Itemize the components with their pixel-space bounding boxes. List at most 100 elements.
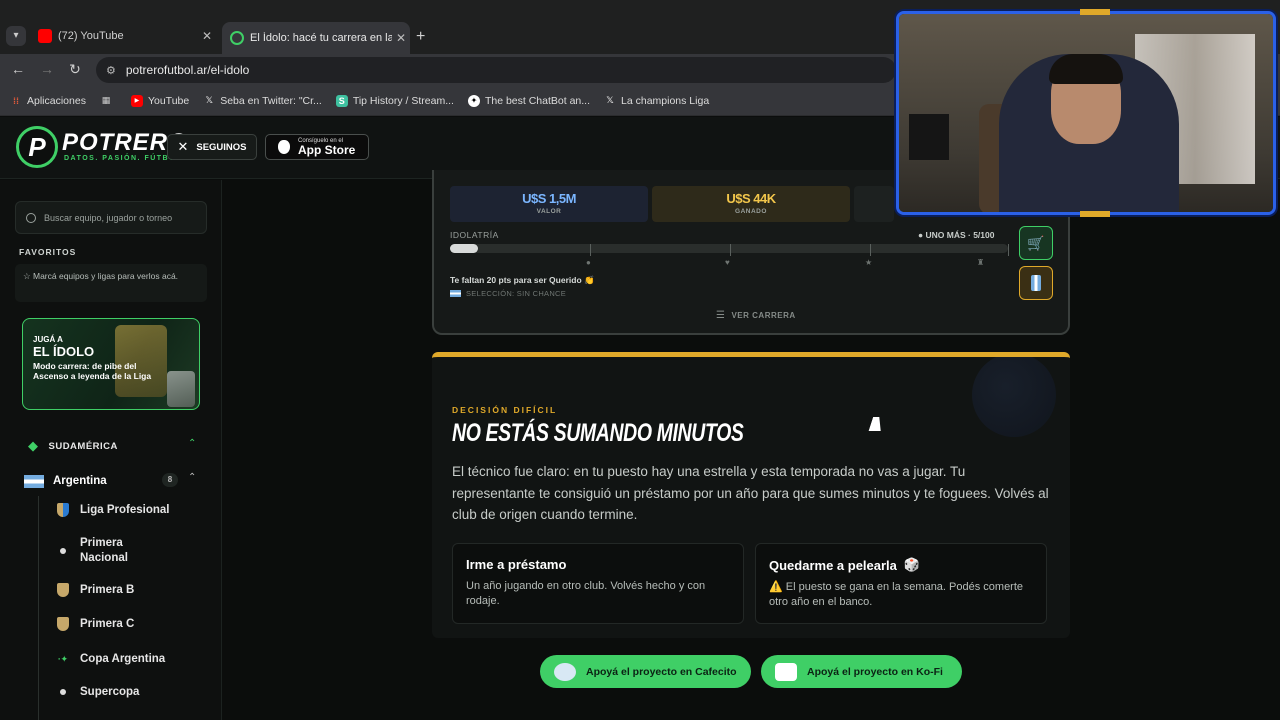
cafecito-button[interactable]: Apoyá el proyecto en Cafecito bbox=[540, 655, 751, 688]
bookmark-seba-twitter[interactable]: 𝕏 Seba en Twitter: "Cr... bbox=[203, 95, 322, 107]
streamer-hair bbox=[1049, 54, 1123, 84]
decision-title: NO ESTÁS SUMANDO MINUTOS bbox=[452, 419, 744, 447]
stat-label: GANADO bbox=[735, 208, 767, 215]
argentina-jersey-button[interactable] bbox=[1019, 266, 1053, 300]
argentina-flag-icon bbox=[24, 474, 44, 488]
shield-icon bbox=[56, 582, 70, 598]
search-icon bbox=[26, 212, 36, 223]
option-title: Quedarme a pelearla bbox=[769, 557, 897, 573]
bookmark-chatbot[interactable]: ✦ The best ChatBot an... bbox=[467, 94, 591, 107]
tab-search-button[interactable]: ▾ bbox=[6, 26, 26, 46]
chevron-up-icon[interactable]: ⌃ bbox=[188, 438, 196, 449]
promo-desc: Modo carrera: de pibe del Ascenso a leye… bbox=[33, 361, 152, 381]
search-placeholder: Buscar equipo, jugador o torneo bbox=[44, 212, 173, 223]
decision-card: DECISIÓN DIFÍCIL NO ESTÁS SUMANDO MINUTO… bbox=[432, 352, 1070, 638]
youtube-icon bbox=[38, 29, 52, 43]
bookmark-tip-history[interactable]: S Tip History / Stream... bbox=[335, 94, 454, 107]
market-cart-button[interactable]: 🛒 bbox=[1019, 226, 1053, 260]
stat-label: VALOR bbox=[536, 208, 562, 215]
idolatry-progress-fill bbox=[450, 244, 478, 253]
idolatry-value-text: UNO MÁS · 5/100 bbox=[925, 230, 995, 240]
league-label: Supercopa bbox=[80, 685, 140, 698]
favorites-heading: FAVORITOS bbox=[19, 247, 77, 257]
search-input[interactable]: Buscar equipo, jugador o torneo bbox=[15, 201, 207, 234]
league-supercopa[interactable]: Supercopa bbox=[56, 684, 139, 700]
region-sudamerica[interactable]: ◆ SUDAMÉRICA bbox=[28, 438, 118, 454]
promo-line1: JUGÁ A bbox=[33, 335, 63, 344]
heart-icon: ♥ bbox=[725, 258, 730, 267]
warning-icon: ⚠️ bbox=[769, 581, 783, 593]
hand-icon: ● bbox=[586, 258, 591, 267]
option-stay-button[interactable]: Quedarme a pelearla 🎲 ⚠️ El puesto se ga… bbox=[755, 543, 1047, 624]
shield-icon bbox=[56, 502, 70, 518]
idolatry-value: ● UNO MÁS · 5/100 bbox=[918, 230, 994, 240]
option-desc: Un año jugando en otro club. Volvés hech… bbox=[466, 580, 706, 607]
option-title-row: Quedarme a pelearla 🎲 bbox=[769, 557, 1033, 573]
favorites-hint: Marcá equipos y ligas para verlos acá. bbox=[32, 271, 179, 281]
potrero-favicon bbox=[230, 31, 244, 45]
cafecito-icon bbox=[554, 662, 576, 681]
url-text: potrerofutbol.ar/el-idolo bbox=[125, 63, 250, 77]
bookmark-youtube[interactable]: ▶ YouTube bbox=[130, 94, 190, 107]
argentina-flag-icon bbox=[450, 290, 461, 297]
bookmark-label: YouTube bbox=[147, 94, 190, 107]
league-primera-b[interactable]: Primera B bbox=[56, 582, 134, 598]
star-icon: ☆ bbox=[23, 271, 33, 281]
decision-tag: DECISIÓN DIFÍCIL bbox=[452, 405, 558, 415]
tab-title: El Ídolo: hacé tu carrera en la Li bbox=[250, 32, 392, 44]
dot-icon bbox=[56, 543, 70, 559]
league-copa-argentina[interactable]: ∙✦ Copa Argentina bbox=[56, 651, 165, 667]
football-icon bbox=[972, 357, 1056, 437]
milestone-tick bbox=[1008, 244, 1009, 256]
chatbot-icon: ✦ bbox=[467, 94, 480, 107]
bookmark-apps[interactable]: ⁞⁞ Aplicaciones bbox=[10, 95, 86, 107]
potrero-logo[interactable]: P bbox=[16, 126, 58, 168]
national-team-status: SELECCIÓN: SIN CHANCE bbox=[450, 289, 566, 298]
back-arrow-icon[interactable]: ← bbox=[9, 61, 27, 77]
bookmark-label: Tip History / Stream... bbox=[352, 94, 454, 107]
follow-button[interactable]: ✕ SEGUINOS bbox=[167, 134, 257, 160]
shield-icon bbox=[56, 616, 70, 632]
el-idolo-promo[interactable]: JUGÁ A EL ÍDOLO Modo carrera: de pibe de… bbox=[22, 318, 200, 410]
kofi-icon bbox=[775, 662, 797, 681]
points-needed-text: Te faltan 20 pts para ser Querido 👏 bbox=[450, 275, 595, 285]
league-primera-c[interactable]: Primera C bbox=[56, 616, 134, 632]
tab-el-idolo[interactable]: El Ídolo: hacé tu carrera en la Li ✕ bbox=[222, 22, 410, 54]
stat-value: U$S 1,5M bbox=[522, 191, 576, 206]
tree-line bbox=[38, 496, 39, 720]
logo-letter: P bbox=[28, 131, 46, 162]
league-liga-profesional[interactable]: Liga Profesional bbox=[56, 502, 169, 518]
decision-body: El técnico fue claro: en tu puesto hay u… bbox=[452, 464, 1049, 522]
dot-icon: ● bbox=[918, 230, 926, 240]
site-settings-icon[interactable]: ⚙ bbox=[106, 64, 116, 77]
list-icon: ☰ bbox=[716, 310, 726, 321]
view-career-button[interactable]: ☰ VER CARRERA bbox=[716, 310, 796, 321]
country-argentina[interactable]: Argentina 8 bbox=[24, 470, 204, 492]
webcam-frame-accent bbox=[1080, 211, 1110, 217]
new-tab-button[interactable]: + bbox=[416, 28, 425, 46]
tab-youtube[interactable]: (72) YouTube ✕ bbox=[30, 22, 216, 50]
region-label: SUDAMÉRICA bbox=[48, 440, 118, 452]
reload-icon[interactable]: ↻ bbox=[66, 61, 84, 78]
address-bar[interactable]: ⚙ potrerofutbol.ar/el-idolo bbox=[96, 57, 896, 83]
league-primera-nacional[interactable]: Primera Nacional bbox=[56, 536, 196, 566]
streamelements-icon: S bbox=[335, 94, 348, 107]
league-label: Primera Nacional bbox=[80, 537, 128, 564]
bookmark-champions[interactable]: 𝕏 La champions Liga bbox=[604, 95, 709, 107]
bookmark-label: Seba en Twitter: "Cr... bbox=[220, 94, 322, 107]
forward-arrow-icon[interactable]: → bbox=[38, 61, 56, 77]
tab-groups-icon: ▦ bbox=[101, 95, 111, 105]
bookmark-label: The best ChatBot an... bbox=[484, 94, 591, 107]
app-store-button[interactable]: Consíguelo en el App Store bbox=[265, 134, 369, 160]
stat-third bbox=[854, 186, 894, 222]
close-tab-icon[interactable]: ✕ bbox=[392, 31, 410, 45]
milestone-tick bbox=[590, 244, 591, 256]
dice-icon: 🎲 bbox=[903, 557, 921, 572]
x-icon: 𝕏 bbox=[606, 95, 614, 105]
chevron-up-icon[interactable]: ⌃ bbox=[188, 472, 196, 483]
option-loan-button[interactable]: Irme a préstamo Un año jugando en otro c… bbox=[452, 543, 744, 624]
bookmark-tab-groups[interactable]: ▦ bbox=[100, 95, 117, 107]
cart-icon: 🛒 bbox=[1027, 234, 1045, 251]
kofi-button[interactable]: Apoyá el proyecto en Ko-Fi bbox=[761, 655, 962, 688]
close-tab-icon[interactable]: ✕ bbox=[198, 29, 216, 43]
